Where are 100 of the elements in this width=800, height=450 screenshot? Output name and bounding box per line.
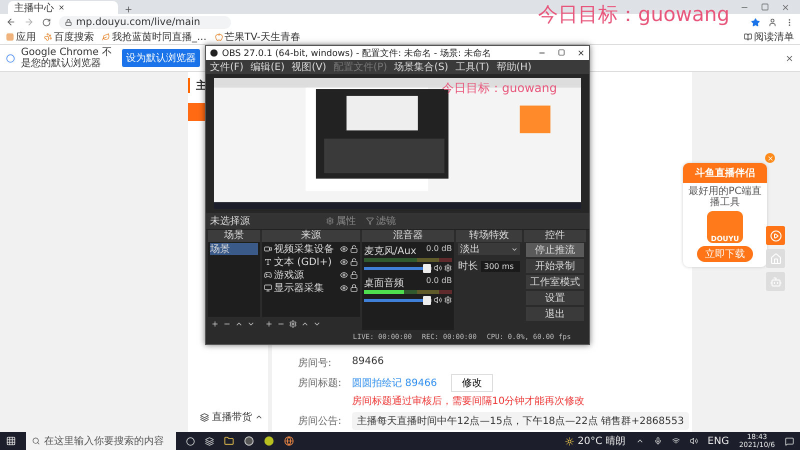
weather-icon [564, 436, 574, 446]
field-label: 房间标题: [298, 376, 342, 390]
unlock-icon[interactable] [350, 258, 358, 266]
maximize-icon[interactable] [558, 49, 565, 56]
fruit-icon [214, 33, 223, 41]
bookmark[interactable]: 应用 [6, 30, 36, 44]
reload-icon[interactable] [42, 18, 51, 26]
leaf-icon [102, 33, 110, 41]
close-icon[interactable] [785, 54, 794, 62]
eye-icon[interactable] [340, 258, 348, 266]
task-view-icon[interactable] [205, 436, 214, 446]
menu-item[interactable]: 编辑(E) [250, 60, 285, 74]
menu-item[interactable]: 文件(F) [210, 60, 244, 74]
control-button[interactable]: 设置 [526, 291, 584, 305]
book-icon [744, 33, 752, 41]
source-name[interactable]: 显示器采集 [274, 281, 324, 295]
back-icon[interactable] [6, 17, 16, 27]
unlock-icon[interactable] [350, 271, 358, 279]
field-value: 89466 [352, 355, 384, 369]
source-type-icon [264, 271, 272, 279]
field-value: 主播每天直播时间中午12点—15点，下午18点—22点 销售群+2868553 [352, 412, 689, 430]
ad-subtitle: 最好用的PC端直播工具 [687, 186, 762, 208]
source-type-icon [264, 258, 272, 266]
lock-icon [65, 18, 72, 26]
network-icon[interactable] [672, 437, 680, 445]
settings-icon[interactable] [444, 264, 452, 272]
volume-icon[interactable] [434, 264, 442, 272]
control-button[interactable]: 停止推流 [526, 243, 584, 257]
selection-label: 未选择源 [210, 214, 251, 228]
paw-icon [44, 33, 52, 41]
menu-item[interactable]: 场景集合(S) [394, 60, 448, 74]
reading-list[interactable]: 阅读清单 [744, 30, 794, 44]
field-label: 房间公告: [298, 414, 342, 428]
bookmark[interactable]: 百度搜索 [44, 30, 94, 44]
bookmark-star-icon[interactable] [751, 18, 760, 26]
volume-icon[interactable] [690, 437, 698, 445]
eye-icon[interactable] [340, 284, 348, 292]
dock-header: 场景 [208, 230, 260, 242]
start-icon[interactable] [6, 436, 16, 446]
menu-item[interactable]: 视图(V) [292, 60, 326, 74]
sidebar-item[interactable]: 直播带货 [188, 410, 268, 424]
scene-item[interactable]: 场景 [210, 243, 258, 255]
eye-icon[interactable] [340, 245, 348, 253]
profile-icon[interactable] [768, 18, 777, 26]
weather-text: 20°C 晴朗 [578, 434, 626, 448]
duration-field[interactable]: 300 ms [481, 260, 520, 272]
control-button[interactable]: 退出 [526, 307, 584, 321]
folder-icon[interactable] [224, 436, 234, 446]
gear-icon [326, 217, 334, 225]
dock-header: 控件 [524, 230, 586, 242]
notification-icon[interactable] [785, 436, 794, 446]
play-button[interactable] [766, 226, 785, 245]
unlock-icon[interactable] [350, 245, 358, 253]
control-button[interactable]: 开始录制 [526, 259, 584, 273]
dock-header: 转场特效 [456, 230, 522, 242]
source-name[interactable]: 视频采集设备 [274, 242, 334, 256]
new-tab-icon[interactable] [124, 5, 133, 14]
source-name[interactable]: 文本 (GDI+) [274, 255, 332, 269]
set-default-button[interactable]: 设为默认浏览器 [122, 49, 200, 67]
channel-reading: 0.0 dB [426, 276, 452, 287]
close-icon[interactable] [58, 4, 65, 11]
source-name[interactable]: 游戏源 [274, 268, 304, 282]
menu-item[interactable]: 工具(T) [455, 60, 490, 74]
robot-icon [770, 276, 782, 288]
microphone-icon[interactable] [654, 437, 662, 445]
default-browser-message: Google Chrome 不是您的默认浏览器 [21, 47, 113, 69]
browser-tab[interactable]: 主播中心 [8, 1, 118, 14]
tray-caret-icon[interactable] [636, 437, 644, 445]
settings-icon[interactable] [444, 296, 452, 304]
warning-text: 房间标题通过审核后，需要间隔10分钟才能再次修改 [352, 394, 585, 408]
lock-icon[interactable] [350, 284, 358, 292]
dock-header: 来源 [262, 230, 360, 242]
volume-icon[interactable] [434, 296, 442, 304]
close-icon [766, 154, 774, 162]
source-type-icon [264, 245, 272, 253]
control-button[interactable]: 工作室模式 [526, 275, 584, 289]
transition-select[interactable]: 淡出 [458, 243, 520, 255]
layers-icon [200, 412, 209, 422]
add-icon[interactable] [265, 320, 273, 328]
window-title: OBS 27.0.1 (64-bit, windows) - 配置文件: 未命名 - 场景: 未命名 [222, 48, 491, 60]
bookmark[interactable]: 芒果TV-天生青春 [214, 30, 301, 44]
search-icon [32, 437, 40, 445]
chevron-down-icon [511, 246, 518, 252]
play-icon [770, 230, 782, 242]
address-field[interactable]: mp.douyu.com/live/main [59, 16, 231, 28]
bookmark[interactable]: 我抢蓝茵时同直播_... [102, 30, 207, 44]
circle-icon[interactable] [186, 436, 195, 446]
settings-icon[interactable] [289, 320, 297, 328]
channel-reading: 0.0 dB [426, 244, 452, 255]
filter-icon [366, 217, 374, 225]
close-icon[interactable] [577, 49, 585, 57]
menu-item[interactable]: 帮助(H) [496, 60, 532, 74]
language-indicator[interactable]: ENG [708, 436, 730, 446]
taskbar-search-field[interactable]: 在这里输入你要搜索的内容 [26, 432, 176, 450]
overlay-text: 今日目标：guowang [538, 1, 730, 28]
add-icon[interactable] [211, 320, 219, 328]
source-type-icon [264, 284, 272, 292]
edit-button[interactable]: 修改 [451, 374, 493, 392]
eye-icon[interactable] [340, 271, 348, 279]
overlay-text: 今日目标：guowang [442, 80, 557, 97]
